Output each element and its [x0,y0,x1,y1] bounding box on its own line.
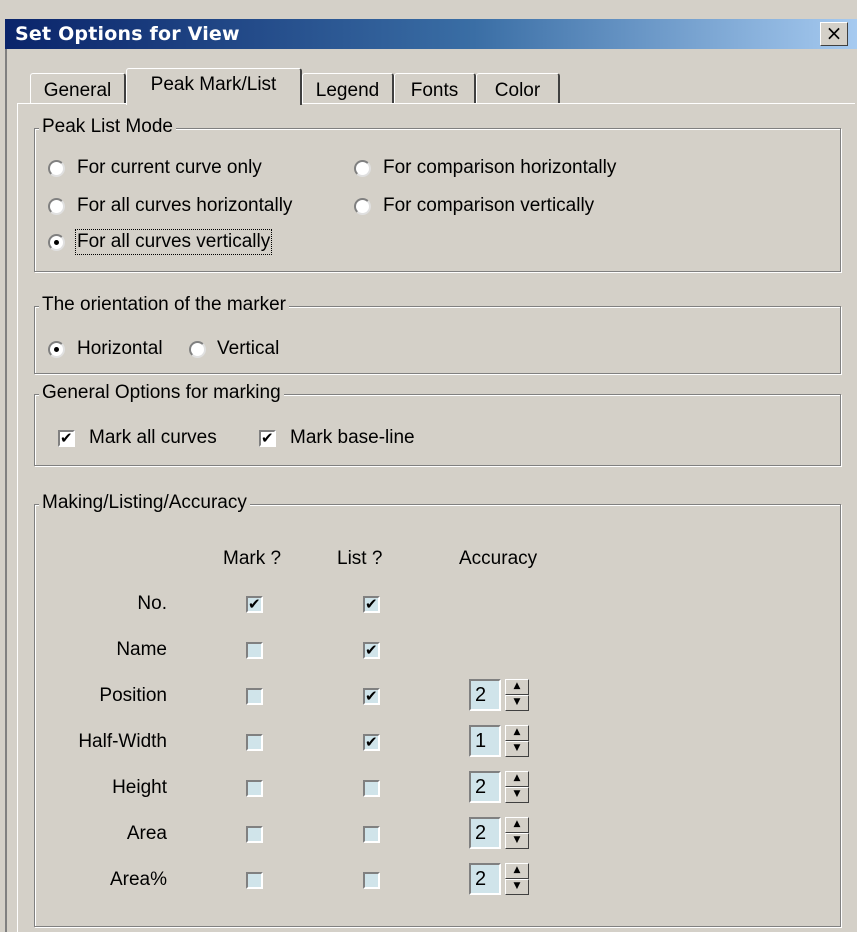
accuracy-input-area-percent[interactable]: 2 [469,863,501,895]
spin-up-button[interactable]: ▲ [505,725,529,741]
checkbox-mark-area-percent[interactable] [246,872,263,889]
accuracy-input-height[interactable]: 2 [469,771,501,803]
radio-current-curve-only[interactable] [48,160,65,177]
spin-up-button[interactable]: ▲ [505,679,529,695]
accuracy-spinner-area-percent: ▲ ▼ [505,863,529,895]
row-label-area-percent: Area% [109,869,167,890]
radio-all-curves-vertically[interactable] [48,234,65,251]
checkbox-mark-all-curves[interactable] [58,429,75,447]
checkbox-label[interactable]: Mark all curves [89,427,217,449]
checkbox-mark-height[interactable] [246,780,263,797]
tab-fonts[interactable]: Fonts [394,73,476,103]
accuracy-spinner-height: ▲ ▼ [505,771,529,803]
arrow-up-icon: ▲ [513,681,521,691]
tab-peak-mark-list[interactable]: Peak Mark/List [126,68,302,105]
accuracy-legend: Making/Listing/Accuracy [39,492,250,514]
dialog-title: Set Options for View [15,23,240,45]
spin-down-button[interactable]: ▼ [505,879,529,895]
accuracy-spinner-area: ▲ ▼ [505,817,529,849]
checkbox-mark-half-width[interactable] [246,734,263,751]
arrow-down-icon: ▼ [513,697,521,707]
spin-down-button[interactable]: ▼ [505,695,529,711]
radio-label[interactable]: For comparison vertically [383,195,594,217]
checkbox-list-position[interactable] [363,687,380,705]
radio-horizontal[interactable] [48,341,65,358]
radio-label[interactable]: For all curves horizontally [77,195,292,217]
radio-comparison-vertically[interactable] [354,198,371,215]
accuracy-input-half-width[interactable]: 1 [469,725,501,757]
tab-label: General [43,80,112,101]
general-marking-group: General Options for marking Mark all cur… [34,382,841,466]
tab-panel: Peak List Mode For current curve only Fo… [17,103,855,932]
dialog-window: Set Options for View × General Peak Mark… [0,0,857,932]
checkbox-list-half-width[interactable] [363,733,380,751]
arrow-up-icon: ▲ [513,865,521,875]
close-button[interactable]: × [820,22,848,46]
radio-label[interactable]: For all curves vertically [74,229,273,255]
arrow-up-icon: ▲ [513,727,521,737]
peak-list-mode-group: Peak List Mode For current curve only Fo… [34,116,841,272]
column-header-list: List ? [337,548,383,569]
spin-down-button[interactable]: ▼ [505,741,529,757]
checkbox-mark-no[interactable] [246,595,263,613]
radio-all-curves-horizontally[interactable] [48,198,65,215]
radio-label[interactable]: Vertical [217,338,279,360]
window-left-border [5,49,7,932]
row-label-height: Height [112,777,167,798]
arrow-down-icon: ▼ [513,743,521,753]
arrow-down-icon: ▼ [513,835,521,845]
spin-up-button[interactable]: ▲ [505,817,529,833]
arrow-up-icon: ▲ [513,819,521,829]
column-header-accuracy: Accuracy [459,548,538,569]
checkbox-list-area-percent[interactable] [363,872,380,889]
checkbox-mark-name[interactable] [246,642,263,659]
checkbox-list-name[interactable] [363,641,380,659]
checkbox-list-height[interactable] [363,780,380,797]
title-bar[interactable]: Set Options for View × [5,19,857,49]
spin-up-button[interactable]: ▲ [505,771,529,787]
general-marking-legend: General Options for marking [39,382,284,404]
tab-label: Legend [315,80,380,101]
tab-label: Color [494,80,541,101]
accuracy-spinner-position: ▲ ▼ [505,679,529,711]
close-icon: × [825,21,843,45]
arrow-down-icon: ▼ [513,789,521,799]
spin-down-button[interactable]: ▼ [505,787,529,803]
accuracy-input-position[interactable]: 2 [469,679,501,711]
checkbox-mark-base-line[interactable] [259,429,276,447]
radio-label[interactable]: For current curve only [77,157,262,179]
accuracy-group: Making/Listing/Accuracy Mark ? List ? Ac… [34,492,841,927]
tab-label: Fonts [410,80,459,101]
radio-comparison-horizontally[interactable] [354,160,371,177]
arrow-up-icon: ▲ [513,773,521,783]
row-label-area: Area [126,823,167,844]
checkbox-mark-position[interactable] [246,688,263,705]
tab-legend[interactable]: Legend [302,73,394,103]
radio-label[interactable]: For comparison horizontally [383,157,616,179]
accuracy-input-area[interactable]: 2 [469,817,501,849]
orientation-legend: The orientation of the marker [39,294,289,316]
tab-color[interactable]: Color [476,73,560,103]
column-header-mark: Mark ? [223,548,282,569]
row-label-no: No. [137,593,167,614]
checkbox-label[interactable]: Mark base-line [290,427,415,449]
arrow-down-icon: ▼ [513,881,521,891]
spin-up-button[interactable]: ▲ [505,863,529,879]
checkbox-list-no[interactable] [363,595,380,613]
radio-vertical[interactable] [189,341,206,358]
peak-list-mode-legend: Peak List Mode [39,116,176,138]
row-label-half-width: Half-Width [78,731,167,752]
radio-label[interactable]: Horizontal [77,338,163,360]
checkbox-list-area[interactable] [363,826,380,843]
spin-down-button[interactable]: ▼ [505,833,529,849]
row-label-position: Position [99,685,167,706]
tab-general[interactable]: General [30,73,126,103]
tab-label: Peak Mark/List [150,74,277,95]
checkbox-mark-area[interactable] [246,826,263,843]
row-label-name: Name [116,639,167,660]
accuracy-spinner-half-width: ▲ ▼ [505,725,529,757]
orientation-group: The orientation of the marker Horizontal… [34,294,841,374]
